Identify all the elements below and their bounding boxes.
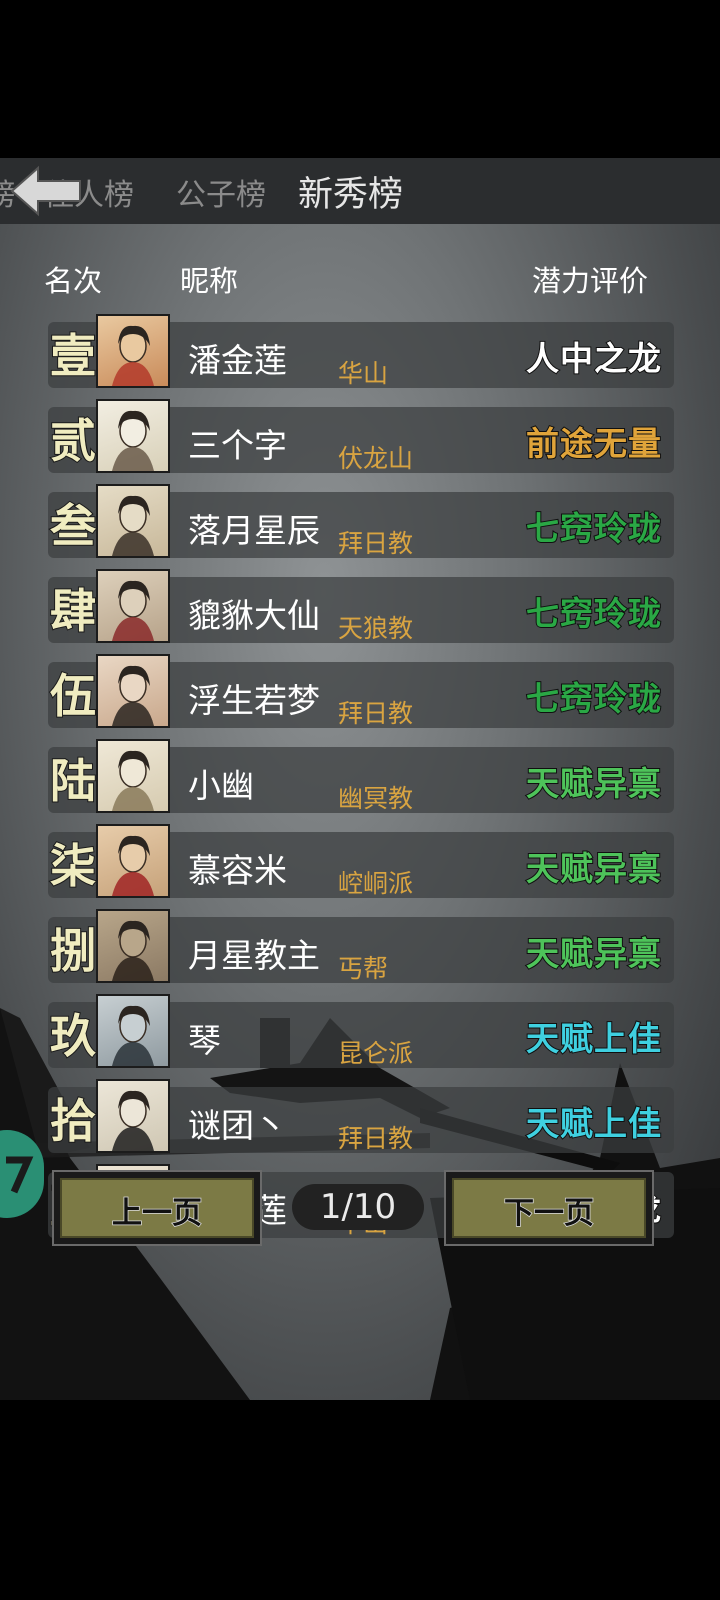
ranking-row[interactable]: 柒 慕容米 崆峒派 天赋异禀 <box>48 824 674 898</box>
header-rank: 名次 <box>44 264 103 298</box>
player-avatar[interactable] <box>96 824 170 898</box>
player-nickname: 落月星辰 <box>188 511 320 550</box>
back-arrow-icon[interactable] <box>8 164 82 218</box>
ranking-row[interactable]: 捌 月星教主 丐帮 天赋异禀 <box>48 909 674 983</box>
player-nickname: 月星教主 <box>188 936 320 975</box>
next-page-button[interactable]: 下一页 <box>444 1170 654 1246</box>
ranking-row[interactable]: 叁 落月星辰 拜日教 七窍玲珑 <box>48 484 674 558</box>
ranking-row[interactable]: 玖 琴 昆仑派 天赋上佳 <box>48 994 674 1068</box>
player-nickname: 貔貅大仙 <box>188 596 320 635</box>
player-avatar[interactable] <box>96 739 170 813</box>
player-sect: 幽冥教 <box>338 784 414 813</box>
rank-numeral: 贰 <box>49 413 97 469</box>
player-sect: 拜日教 <box>338 1124 414 1153</box>
player-avatar[interactable] <box>96 484 170 558</box>
player-sect: 丐帮 <box>338 954 389 983</box>
rank-numeral: 叁 <box>49 498 97 554</box>
header-nickname: 昵称 <box>180 264 239 298</box>
potential-rating: 七窍玲珑 <box>525 508 662 549</box>
player-nickname: 琴 <box>188 1021 221 1060</box>
player-sect: 华山 <box>338 359 389 388</box>
potential-rating: 天赋异禀 <box>525 933 662 974</box>
player-avatar[interactable] <box>96 569 170 643</box>
player-nickname: 三个字 <box>188 426 287 465</box>
potential-rating: 天赋上佳 <box>525 1103 662 1144</box>
ranking-row[interactable]: 拾 谜团丶 拜日教 天赋上佳 <box>48 1079 674 1153</box>
next-page-label: 下一页 <box>503 1195 595 1232</box>
rank-numeral: 肆 <box>49 583 97 639</box>
rank-numeral: 伍 <box>49 668 97 724</box>
page-indicator: 1/10 <box>292 1184 424 1230</box>
potential-rating: 七窍玲珑 <box>525 678 662 719</box>
player-avatar[interactable] <box>96 314 170 388</box>
player-sect: 拜日教 <box>338 529 414 558</box>
player-sect: 天狼教 <box>338 614 414 643</box>
prev-page-label: 上一页 <box>111 1195 203 1232</box>
player-avatar[interactable] <box>96 909 170 983</box>
player-sect: 伏龙山 <box>338 444 414 473</box>
player-nickname: 潘金莲 <box>188 341 287 380</box>
player-nickname: 小幽 <box>188 766 254 805</box>
potential-rating: 天赋上佳 <box>525 1018 662 1059</box>
rank-numeral: 壹 <box>49 328 97 384</box>
ranking-row[interactable]: 贰 三个字 伏龙山 前途无量 <box>48 399 674 473</box>
player-nickname: 慕容米 <box>188 851 287 890</box>
player-avatar[interactable] <box>96 654 170 728</box>
player-sect: 拜日教 <box>338 699 414 728</box>
floating-assist-icon[interactable] <box>0 1130 44 1218</box>
potential-rating: 天赋异禀 <box>525 848 662 889</box>
tab-newcomer[interactable]: 新秀榜 <box>298 166 403 217</box>
tab-bar: 榜 佳人榜 公子榜 新秀榜 <box>0 158 720 224</box>
rank-numeral: 拾 <box>49 1093 97 1149</box>
ranking-row[interactable]: 肆 貔貅大仙 天狼教 七窍玲珑 <box>48 569 674 643</box>
rank-numeral: 陆 <box>49 753 97 809</box>
rank-numeral: 捌 <box>49 923 97 979</box>
potential-rating: 天赋异禀 <box>525 763 662 804</box>
rank-numeral: 柒 <box>49 838 97 894</box>
player-sect: 崆峒派 <box>338 869 414 898</box>
player-avatar[interactable] <box>96 1079 170 1153</box>
header-rating: 潜力评价 <box>532 264 649 298</box>
player-avatar[interactable] <box>96 994 170 1068</box>
player-avatar[interactable] <box>96 399 170 473</box>
player-nickname: 谜团丶 <box>188 1106 287 1145</box>
ranking-row[interactable]: 陆 小幽 幽冥教 天赋异禀 <box>48 739 674 813</box>
player-nickname: 浮生若梦 <box>188 681 320 720</box>
potential-rating: 前途无量 <box>525 423 662 464</box>
ranking-row[interactable]: 壹 潘金莲 华山 人中之龙 <box>48 314 674 388</box>
rank-numeral: 玖 <box>49 1008 97 1064</box>
potential-rating: 人中之龙 <box>525 338 662 379</box>
potential-rating: 七窍玲珑 <box>525 593 662 634</box>
player-sect: 昆仑派 <box>338 1039 414 1068</box>
prev-page-button[interactable]: 上一页 <box>52 1170 262 1246</box>
tab-gentleman[interactable]: 公子榜 <box>176 170 266 214</box>
ranking-row[interactable]: 伍 浮生若梦 拜日教 七窍玲珑 <box>48 654 674 728</box>
